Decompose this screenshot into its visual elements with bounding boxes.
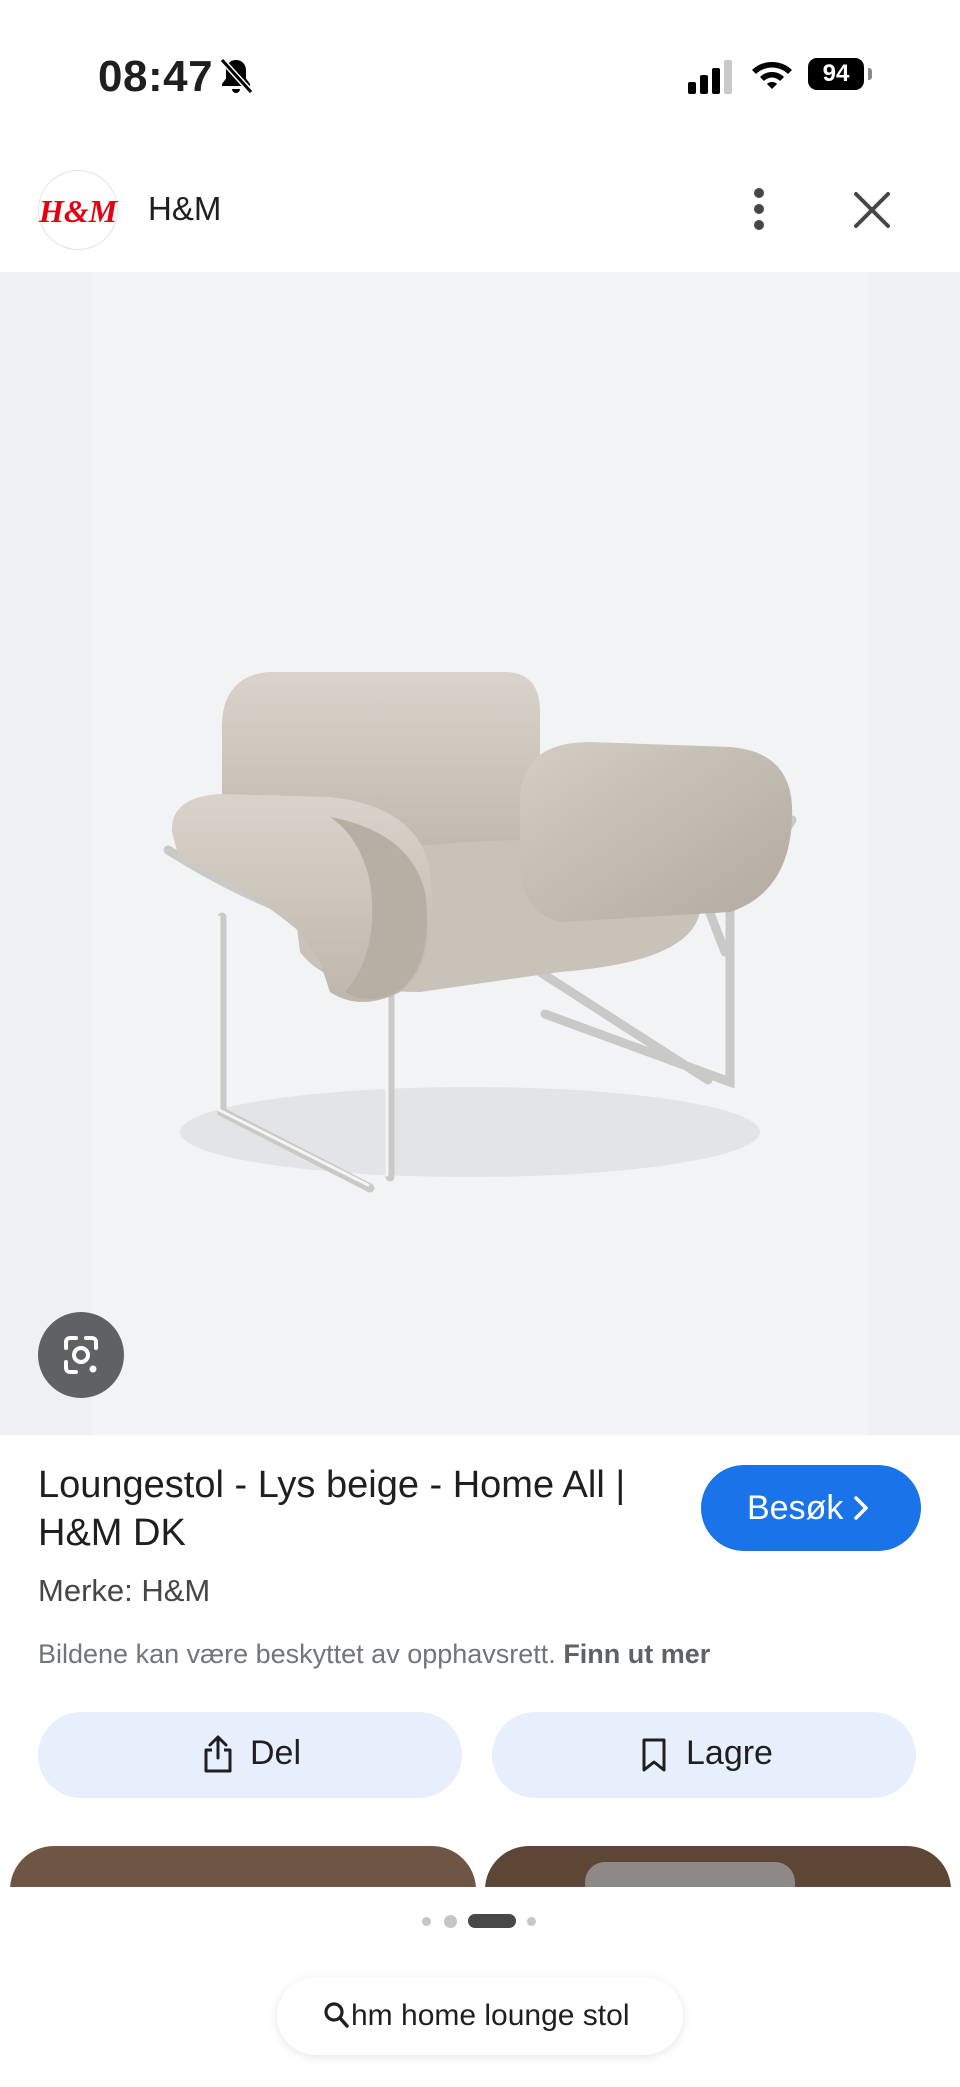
google-lens-button[interactable] xyxy=(38,1312,124,1398)
related-image-thumbnail[interactable] xyxy=(485,1846,951,1888)
share-button[interactable]: Del xyxy=(38,1712,462,1798)
result-title[interactable]: Loungestol - Lys beige - Home All | H&M … xyxy=(38,1461,658,1557)
save-button[interactable]: Lagre xyxy=(492,1712,916,1798)
page-dot xyxy=(444,1915,457,1928)
copyright-text: Bildene kan være beskyttet av opphavsret… xyxy=(38,1639,556,1669)
page-dot xyxy=(422,1917,431,1926)
search-query-text: hm home lounge stol xyxy=(351,1999,630,2032)
brand-label: Merke: H&M xyxy=(38,1573,211,1608)
search-icon xyxy=(324,2002,349,2028)
share-icon xyxy=(204,1735,232,1773)
result-info-panel: Loungestol - Lys beige - Home All | H&M … xyxy=(0,1435,960,1887)
page-dot xyxy=(527,1917,536,1926)
search-query-chip[interactable]: hm home lounge stol xyxy=(277,1977,683,2055)
save-label: Lagre xyxy=(686,1734,773,1772)
status-bar: 08:47 94 xyxy=(0,0,960,150)
bottom-bar: hm home lounge stol xyxy=(0,1887,960,2087)
more-vertical-icon[interactable] xyxy=(744,186,774,232)
share-label: Del xyxy=(250,1734,302,1772)
battery-tip xyxy=(868,68,872,80)
google-lens-icon xyxy=(64,1336,98,1374)
related-images-strip xyxy=(0,1846,960,1888)
visit-button-label: Besøk xyxy=(747,1489,844,1527)
site-logo[interactable]: H&M xyxy=(38,170,118,250)
page-dot-active xyxy=(468,1914,516,1928)
cellular-signal-icon xyxy=(688,60,732,94)
site-name[interactable]: H&M xyxy=(148,190,221,228)
status-time: 08:47 xyxy=(98,52,214,101)
product-image[interactable] xyxy=(0,272,960,1435)
lounge-chair-image xyxy=(163,672,797,1193)
bell-muted-icon xyxy=(219,57,254,95)
copyright-notice: Bildene kan være beskyttet av opphavsret… xyxy=(38,1639,710,1670)
related-image-thumbnail[interactable] xyxy=(10,1846,476,1888)
logo-text: H&M xyxy=(39,193,118,229)
close-icon[interactable] xyxy=(852,190,892,230)
wifi-icon xyxy=(752,62,792,89)
battery-icon: 94 xyxy=(808,58,864,90)
learn-more-link[interactable]: Finn ut mer xyxy=(563,1639,710,1669)
visit-button[interactable]: Besøk xyxy=(701,1465,921,1551)
chevron-right-icon xyxy=(854,1496,868,1520)
source-header: H&M H&M xyxy=(0,150,960,272)
bookmark-icon xyxy=(642,1738,666,1772)
thumbnail-chair-detail xyxy=(585,1862,795,1888)
